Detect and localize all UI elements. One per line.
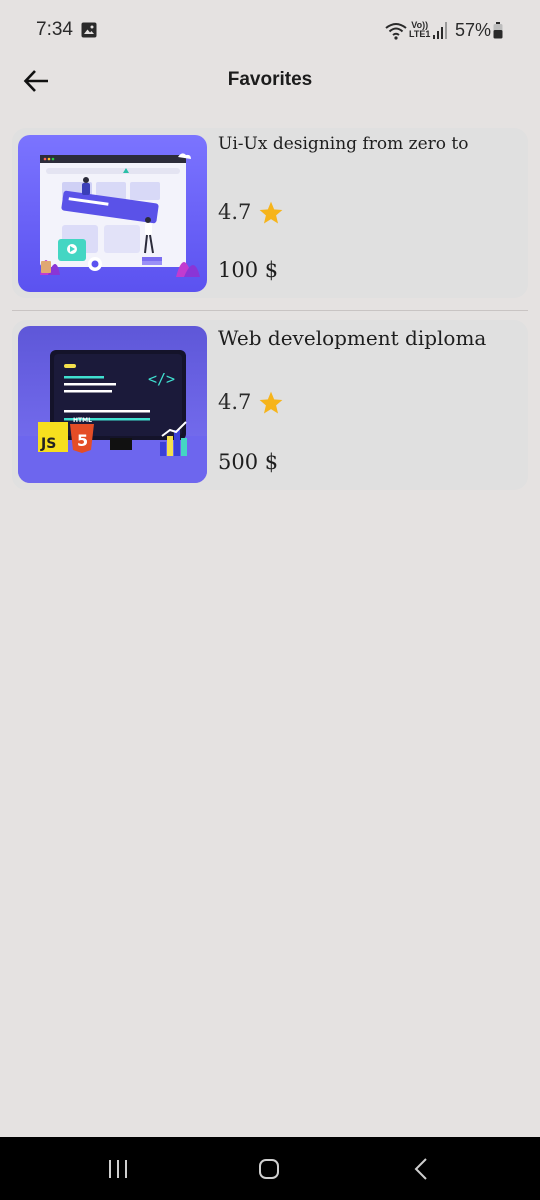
html-logo-caption: HTML xyxy=(73,417,92,424)
star-icon xyxy=(259,201,283,224)
course-price: 100 $ xyxy=(218,258,279,282)
app-bar: Favorites xyxy=(0,60,540,102)
list-divider xyxy=(12,310,528,311)
course-thumbnail-image: </> JS HTML 5 xyxy=(18,326,207,483)
course-thumbnail-image xyxy=(18,135,207,292)
favorites-screen: 7:34 Vo)) LTE1 57% Favorites Ui-Ux desig… xyxy=(0,0,540,1200)
star-icon xyxy=(259,391,283,414)
code-tag-label: </> xyxy=(148,370,175,388)
volte-indicator: Vo)) LTE1 xyxy=(409,21,430,39)
system-navigation-bar xyxy=(0,1137,540,1200)
js-logo-label: JS xyxy=(40,436,56,452)
favorite-course-card[interactable]: </> JS HTML 5 Web development diploma 4.… xyxy=(12,320,528,490)
course-rating: 4.7 xyxy=(218,390,252,414)
html5-logo-label: 5 xyxy=(77,431,88,450)
course-title: Web development diploma xyxy=(218,326,487,350)
battery-percentage: 57% xyxy=(455,20,492,40)
recent-apps-icon[interactable] xyxy=(98,1155,138,1183)
gallery-notification-icon xyxy=(81,22,97,38)
back-icon[interactable] xyxy=(401,1155,441,1183)
signal-strength-icon xyxy=(433,22,447,39)
course-rating: 4.7 xyxy=(218,200,252,224)
status-time: 7:34 xyxy=(36,19,73,40)
page-title: Favorites xyxy=(227,69,313,90)
status-bar: 7:34 Vo)) LTE1 57% xyxy=(0,0,540,60)
home-icon[interactable] xyxy=(249,1155,289,1183)
wifi-icon xyxy=(385,23,407,40)
course-title: Ui-Ux designing from zero to xyxy=(218,134,469,154)
battery-icon xyxy=(493,22,503,39)
course-price: 500 $ xyxy=(218,450,279,474)
lte-label: LTE1 xyxy=(409,29,431,39)
favorite-course-card[interactable]: Ui-Ux designing from zero to 4.7 100 $ xyxy=(12,128,528,298)
